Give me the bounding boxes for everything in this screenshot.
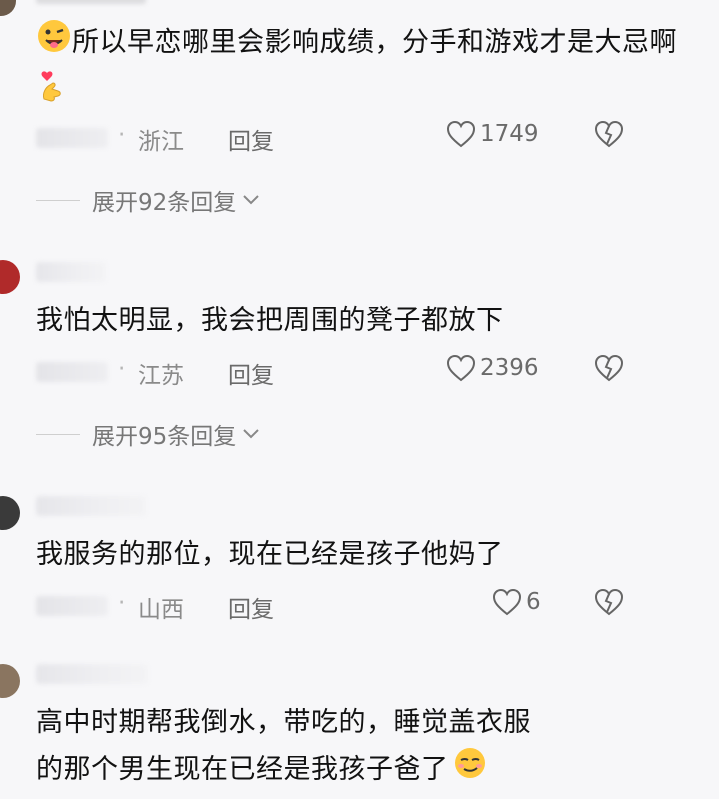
username-blur [36,596,108,616]
region-label: 山西 [138,597,184,623]
username-blur [36,664,148,684]
username-blur [36,496,146,516]
region-label: 浙江 [138,129,184,155]
dislike-button[interactable] [594,120,624,154]
comment-body-line: 高中时期帮我倒水，带吃的，睡觉盖衣服 [36,707,531,738]
separator-dot: · [118,590,126,616]
separator-dot: · [118,122,126,148]
comment-body: 的那个男生现在已经是我孩子爸了 [36,754,449,785]
comment-body: 所以早恋哪里会影响成绩，分手和游戏才是大忌啊 [72,27,677,58]
like-button[interactable]: 1749 [446,120,539,148]
chevron-down-icon [243,429,259,439]
broken-heart-icon [594,354,624,382]
expand-replies-button[interactable]: 展开95条回复 [36,416,260,452]
comment-body: 我怕太明显，我会把周围的凳子都放下 [36,305,504,336]
broken-heart-icon [594,588,624,616]
like-count: 6 [526,589,541,615]
like-count: 2396 [480,355,539,381]
comment-text: 所以早恋哪里会影响成绩，分手和游戏才是大忌啊 [36,18,699,118]
comment-body: 我服务的那位，现在已经是孩子他妈了 [36,539,504,570]
like-count: 1749 [480,121,539,147]
heart-outline-icon [446,120,476,148]
reply-button[interactable]: 回复 [228,356,274,390]
username-blur [36,262,106,282]
dislike-button[interactable] [594,588,624,622]
avatar[interactable] [0,496,20,530]
avatar[interactable] [0,664,20,698]
username-blur [36,362,108,382]
broken-heart-icon [594,120,624,148]
username-blur [36,128,108,148]
cut-username [36,0,146,4]
divider-line [36,433,80,435]
region-label: 江苏 [138,363,184,389]
heart-outline-icon [492,588,522,616]
comment-text: 我服务的那位，现在已经是孩子他妈了 [36,532,699,578]
comment-body-line: 的那个男生现在已经是我孩子爸了 [36,746,699,795]
comment-text: 高中时期帮我倒水，带吃的，睡觉盖衣服 的那个男生现在已经是我孩子爸了 [36,700,699,795]
smirk-emoji-icon [453,746,487,795]
heart-outline-icon [446,354,476,382]
finger-heart-emoji-icon [38,69,64,118]
avatar[interactable] [0,0,16,16]
separator-dot: · [118,356,126,382]
reply-button[interactable]: 回复 [228,590,274,624]
expand-label: 展开92条回复 [92,190,237,216]
reply-button[interactable]: 回复 [228,122,274,156]
comment-meta: · 山西 回复 6 [36,586,719,626]
expand-replies-button[interactable]: 展开92条回复 [36,182,260,218]
wink-tongue-emoji-icon [36,18,72,69]
like-button[interactable]: 2396 [446,354,539,382]
chevron-down-icon [243,195,259,205]
comment-meta: · 浙江 回复 1749 [36,118,719,158]
divider-line [36,199,80,201]
comment-meta: · 江苏 回复 2396 [36,352,719,392]
expand-label: 展开95条回复 [92,424,237,450]
avatar[interactable] [0,260,20,294]
like-button[interactable]: 6 [492,588,541,616]
dislike-button[interactable] [594,354,624,388]
comment-text: 我怕太明显，我会把周围的凳子都放下 [36,298,699,344]
